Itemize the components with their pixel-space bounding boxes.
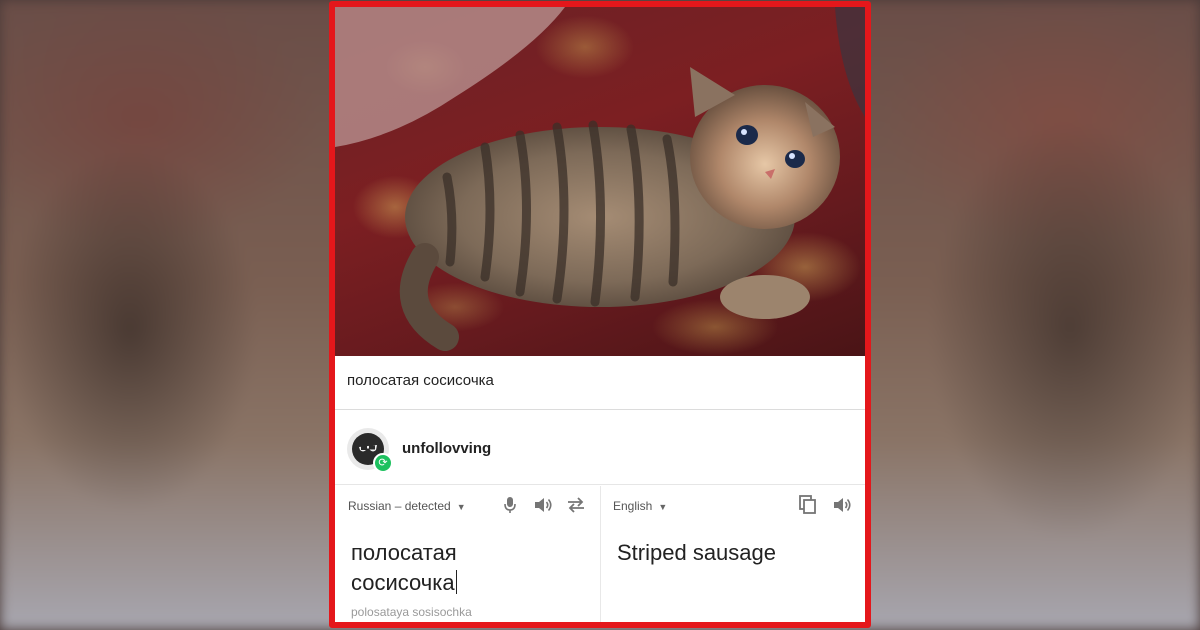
repost-icon: ⟳	[373, 453, 393, 473]
kitten-photo	[335, 7, 865, 356]
post-author-row: ⟳ unfollovving	[335, 411, 865, 485]
chevron-down-icon: ▼	[456, 502, 466, 512]
avatar[interactable]: ⟳	[347, 428, 393, 473]
transliteration: polosataya sosisochka	[351, 605, 472, 619]
copy-icon[interactable]	[796, 493, 820, 517]
post-card: полосатая сосисочка ⟳ unfollovving Russi…	[329, 1, 871, 628]
post-caption: полосатая сосисочка	[335, 356, 865, 410]
translation-output: Striped sausage	[617, 540, 776, 565]
text-cursor	[455, 570, 457, 594]
pane-divider	[600, 486, 601, 622]
swap-languages-icon[interactable]	[564, 493, 588, 517]
source-language-label: Russian – detected	[348, 499, 451, 513]
speaker-icon[interactable]	[830, 493, 854, 517]
microphone-icon[interactable]	[498, 493, 522, 517]
source-line-2: сосисочка	[351, 570, 455, 595]
translate-widget: Russian – detected ▼ English ▼ полосатая…	[335, 486, 865, 622]
username[interactable]: unfollovving	[402, 440, 491, 457]
chevron-down-icon: ▼	[658, 502, 668, 512]
source-language-select[interactable]: Russian – detected ▼	[348, 499, 466, 513]
source-line-1: полосатая	[351, 540, 457, 565]
target-language-label: English	[613, 499, 653, 513]
target-language-select[interactable]: English ▼	[613, 499, 667, 513]
source-text-input[interactable]: полосатая сосисочка	[351, 538, 551, 598]
speaker-icon[interactable]	[531, 493, 555, 517]
